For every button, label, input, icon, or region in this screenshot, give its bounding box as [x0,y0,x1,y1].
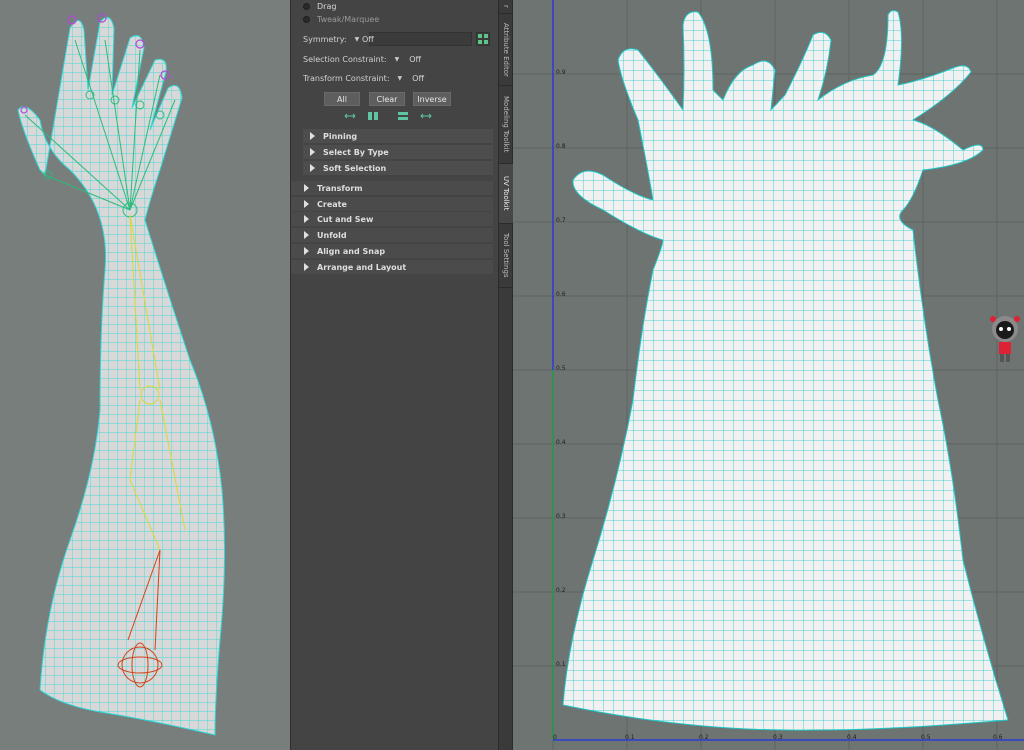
tab-modeling-toolkit[interactable]: Modeling Toolkit [499,86,513,164]
tweak-label: Tweak/Marquee [317,14,380,24]
symmetry-label: Symmetry: [303,34,347,44]
v-tick: 0.8 [556,143,566,150]
section-label: Arrange and Layout [317,262,407,272]
tab-label: Tool Settings [502,233,510,278]
v-tick: 0.7 [556,217,566,224]
v-tick: 0.6 [556,291,566,298]
symmetry-value: Off [362,35,374,44]
expand-arrow-icon [310,164,315,172]
section-align-and-snap[interactable]: Align and Snap [291,244,493,258]
uv-tool-icon-3[interactable] [397,111,409,123]
u-tick: 0.5 [921,734,931,741]
selection-constraint-value[interactable]: Off [409,55,421,64]
section-select-by-type[interactable]: Select By Type [303,145,493,159]
transform-constraint-row[interactable]: Transform Constraint: ▼ Off [303,70,424,86]
drag-radio-dot[interactable] [303,2,310,10]
v-tick: 0.9 [556,69,566,76]
symmetry-grid-icon[interactable] [476,32,490,46]
selection-constraint-row[interactable]: Selection Constraint: ▼ Off [303,51,421,67]
v-tick: 0.3 [556,513,566,520]
clear-button[interactable]: Clear [369,92,405,106]
symmetry-dropdown[interactable]: Off [362,32,472,46]
uv-tool-icon-4[interactable] [420,111,432,123]
arm-mesh-canvas [17,13,226,736]
uv-editor-viewport[interactable]: 0.9 0.8 0.7 0.6 0.5 0.4 0.3 0.2 0.1 0 0.… [513,0,1024,750]
u-tick: 0.3 [773,734,783,741]
u-tick: 0.4 [847,734,857,741]
drag-radio[interactable]: Drag [303,0,336,12]
u-tick: 0.2 [699,734,709,741]
section-label: Select By Type [323,147,389,157]
tab-tool-settings[interactable]: Tool Settings [499,224,513,288]
section-label: Cut and Sew [317,214,374,224]
expand-arrow-icon [304,200,309,208]
expand-arrow-icon [304,184,309,192]
expand-arrow-icon [304,247,309,255]
chevron-down-icon[interactable]: ▼ [398,75,403,82]
u-tick: 0 [553,734,557,741]
uv-toolkit-panel: Drag Tweak/Marquee Symmetry: ▼ Off Selec… [290,0,498,750]
mascot-icon [990,316,1020,362]
transform-constraint-value[interactable]: Off [412,74,424,83]
u-tick: 0.6 [993,734,1003,741]
section-label: Create [317,199,347,209]
side-tab-strip: r Attribute Editor Modeling Toolkit UV T… [498,0,513,750]
selection-constraint-label: Selection Constraint: [303,54,387,64]
uv-canvas [513,0,1024,750]
uv-tool-icon-1[interactable] [344,111,356,123]
uv-tool-icon-2[interactable] [367,111,379,123]
section-label: Pinning [323,131,358,141]
section-pinning[interactable]: Pinning [303,129,493,143]
inverse-button[interactable]: Inverse [413,92,451,106]
section-unfold[interactable]: Unfold [291,228,493,242]
section-cut-and-sew[interactable]: Cut and Sew [291,212,493,226]
expand-arrow-icon [304,231,309,239]
transform-constraint-label: Transform Constraint: [303,73,390,83]
expand-arrow-icon [304,215,309,223]
chevron-down-icon[interactable]: ▼ [355,36,360,43]
u-tick: 0.1 [625,734,635,741]
tab-label: Attribute Editor [502,22,510,77]
tweak-radio-dot[interactable] [303,15,310,23]
drag-label: Drag [317,1,337,11]
tab-channel-box[interactable]: r [499,0,513,14]
v-tick: 0.4 [556,439,566,446]
section-label: Transform [317,183,363,193]
tweak-marquee-radio[interactable]: Tweak/Marquee [303,13,379,25]
chevron-down-icon[interactable]: ▼ [395,56,400,63]
expand-arrow-icon [310,148,315,156]
section-create[interactable]: Create [291,197,493,211]
expand-arrow-icon [310,132,315,140]
tab-label: Modeling Toolkit [502,96,510,153]
v-tick: 0.1 [556,661,566,668]
tab-attribute-editor[interactable]: Attribute Editor [499,14,513,86]
tab-uv-toolkit[interactable]: UV Toolkit [499,164,513,224]
section-label: Soft Selection [323,163,387,173]
section-arrange-and-layout[interactable]: Arrange and Layout [291,260,493,274]
select-all-button[interactable]: All [324,92,360,106]
symmetry-row: Symmetry: ▼ [303,31,359,47]
tab-label: UV Toolkit [502,176,510,211]
tab-label: r [502,5,510,8]
perspective-viewport[interactable] [0,0,290,750]
section-label: Align and Snap [317,246,386,256]
v-tick: 0.2 [556,587,566,594]
expand-arrow-icon [304,263,309,271]
section-soft-selection[interactable]: Soft Selection [303,161,493,175]
section-label: Unfold [317,230,347,240]
section-transform[interactable]: Transform [291,181,493,195]
v-tick: 0.5 [556,365,566,372]
